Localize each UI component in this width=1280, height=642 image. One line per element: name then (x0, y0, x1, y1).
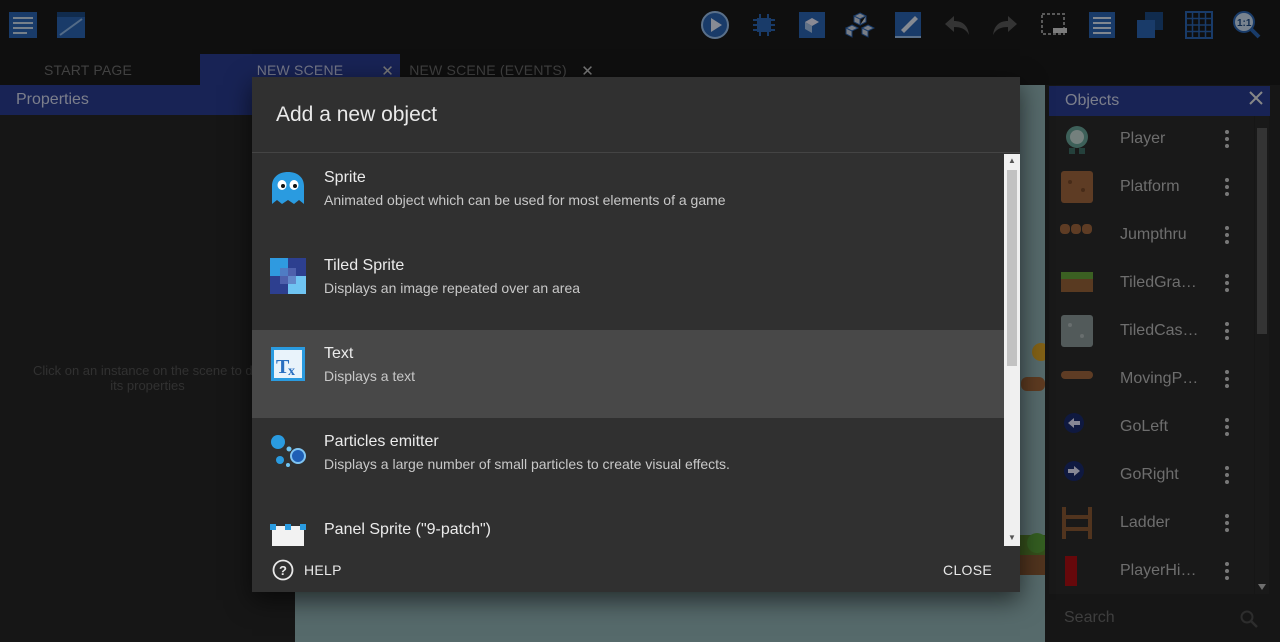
object-type-list: Sprite Animated object which can be used… (252, 154, 1004, 546)
text-object-icon: Tx (271, 347, 305, 381)
panel-sprite-icon (270, 524, 306, 546)
sprite-ghost-icon (272, 172, 304, 204)
help-button[interactable]: ? HELP (272, 556, 342, 584)
svg-text:?: ? (279, 563, 287, 578)
scrollbar-thumb[interactable] (1007, 170, 1017, 366)
dialog-title: Add a new object (252, 77, 1020, 153)
scroll-down-icon[interactable]: ▼ (1008, 533, 1016, 542)
dialog-footer: ? HELP CLOSE (252, 546, 1020, 592)
dialog-scrollbar[interactable]: ▲ ▼ (1004, 154, 1020, 546)
add-object-dialog: Add a new object Sprite Animated object … (252, 77, 1020, 592)
object-type-particles-emitter[interactable]: Particles emitter Displays a large numbe… (252, 418, 1004, 506)
help-circle-icon: ? (272, 559, 294, 581)
scroll-up-icon[interactable]: ▲ (1008, 156, 1016, 165)
object-type-tiled-sprite[interactable]: Tiled Sprite Displays an image repeated … (252, 242, 1004, 330)
object-type-sprite[interactable]: Sprite Animated object which can be used… (252, 154, 1004, 242)
object-type-text[interactable]: Tx Text Displays a text (252, 330, 1004, 418)
svg-text:x: x (288, 364, 295, 379)
tiled-sprite-icon (270, 258, 306, 294)
object-type-panel-sprite[interactable]: Panel Sprite ("9-patch") (252, 506, 1004, 546)
close-button[interactable]: CLOSE (943, 562, 992, 578)
particles-icon (271, 435, 306, 467)
